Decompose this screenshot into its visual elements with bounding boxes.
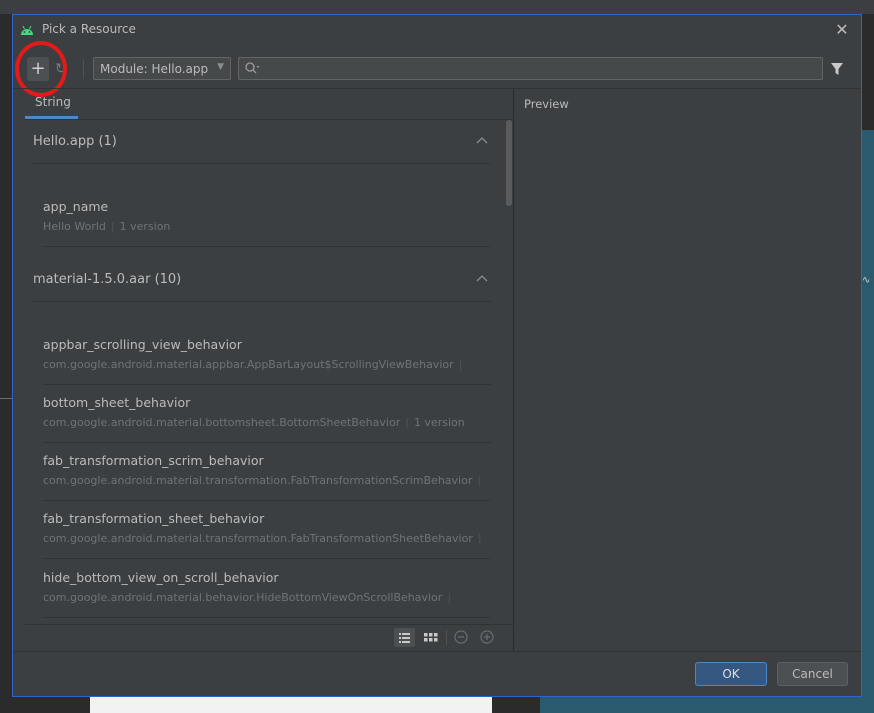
- list-item[interactable]: hide_bottom_view_on_scroll_behavior com.…: [25, 560, 505, 618]
- chevron-up-icon[interactable]: [475, 134, 489, 148]
- item-divider: [43, 558, 491, 559]
- filter-icon[interactable]: [830, 61, 844, 77]
- add-resource-button[interactable]: +: [27, 57, 49, 81]
- dialog-titlebar: Pick a Resource ✕: [13, 15, 861, 45]
- toolbar-divider: [13, 88, 861, 89]
- item-name: bottom_sheet_behavior: [43, 395, 191, 410]
- ide-background-divider: [0, 398, 12, 399]
- zoom-in-icon[interactable]: [479, 629, 495, 645]
- item-details: com.google.android.material.transformati…: [43, 474, 482, 487]
- preview-label: Preview: [524, 97, 569, 111]
- ide-background-right-panel: [862, 130, 874, 713]
- item-value: com.google.android.material.bottomsheet.…: [43, 416, 401, 429]
- item-versions: 1 version: [413, 416, 465, 429]
- footer-divider: [13, 651, 861, 652]
- group-header-material[interactable]: material-1.5.0.aar (10): [25, 258, 505, 302]
- toolbar-separator: [83, 59, 84, 79]
- item-name: appbar_scrolling_view_behavior: [43, 337, 242, 352]
- grid-view-icon[interactable]: [420, 628, 441, 647]
- chevron-down-icon: ▼: [217, 62, 224, 72]
- search-input[interactable]: [238, 57, 823, 80]
- ide-background-top: [0, 0, 874, 14]
- pick-resource-dialog: Pick a Resource ✕ + ↻ Module: Hello.app …: [12, 14, 862, 697]
- pane-divider[interactable]: [513, 89, 514, 651]
- list-view-icon[interactable]: [394, 628, 415, 647]
- close-icon: ✕: [835, 20, 849, 39]
- zoom-out-icon[interactable]: [453, 629, 469, 645]
- item-value: Hello World: [43, 220, 106, 233]
- group-title: material-1.5.0.aar (10): [33, 272, 182, 287]
- resource-list: Hello.app (1) app_name Hello World | 1 ver…: [25, 120, 505, 624]
- list-bottom-divider: [25, 624, 513, 625]
- group-header-hello-app[interactable]: Hello.app (1): [25, 120, 505, 164]
- dialog-title: Pick a Resource: [42, 22, 136, 36]
- item-details: com.google.android.material.appbar.AppBa…: [43, 358, 463, 371]
- list-item[interactable]: app_name Hello World | 1 version: [25, 189, 505, 247]
- item-divider: [43, 617, 491, 618]
- list-scrollbar[interactable]: [505, 120, 513, 624]
- group-title: Hello.app (1): [33, 134, 117, 149]
- item-name: fab_transformation_sheet_behavior: [43, 511, 265, 526]
- item-value: com.google.android.material.transformati…: [43, 532, 473, 545]
- item-details: com.google.android.material.transformati…: [43, 532, 482, 545]
- module-dropdown-value: Module: Hello.app: [100, 62, 209, 76]
- item-value: com.google.android.material.appbar.AppBa…: [43, 358, 454, 371]
- list-item[interactable]: fab_transformation_scrim_behavior com.go…: [25, 443, 505, 501]
- item-details: com.google.android.material.behavior.Hid…: [43, 591, 452, 604]
- ide-background-left: [0, 14, 12, 713]
- android-icon: [21, 25, 33, 35]
- list-item[interactable]: appbar_scrolling_view_behavior com.googl…: [25, 327, 505, 385]
- group-divider: [33, 301, 491, 302]
- item-details: Hello World | 1 version: [43, 220, 171, 233]
- tab-string[interactable]: String: [35, 95, 71, 109]
- item-name: fab_transformation_scrim_behavior: [43, 453, 264, 468]
- item-divider: [43, 246, 491, 247]
- group-divider: [33, 163, 491, 164]
- list-item[interactable]: fab_transformation_sheet_behavior com.go…: [25, 501, 505, 559]
- item-value: com.google.android.material.behavior.Hid…: [43, 591, 443, 604]
- module-dropdown[interactable]: Module: Hello.app ▼: [93, 57, 231, 80]
- ide-background-bottom-teal: [540, 697, 862, 713]
- item-details: com.google.android.material.bottomsheet.…: [43, 416, 465, 429]
- controls-separator: [446, 630, 447, 645]
- ide-background-wave-icon: ∿: [862, 275, 871, 286]
- item-name: hide_bottom_view_on_scroll_behavior: [43, 570, 279, 585]
- close-button[interactable]: ✕: [831, 19, 853, 41]
- item-value: com.google.android.material.transformati…: [43, 474, 473, 487]
- cancel-button[interactable]: Cancel: [777, 662, 848, 686]
- list-item[interactable]: bottom_sheet_behavior com.google.android…: [25, 385, 505, 443]
- search-icon[interactable]: [244, 61, 260, 76]
- item-versions: 1 version: [119, 220, 171, 233]
- chevron-up-icon[interactable]: [475, 272, 489, 286]
- scrollbar-thumb[interactable]: [506, 120, 512, 206]
- item-name: app_name: [43, 199, 109, 214]
- ide-background-bottom-white: [90, 697, 492, 713]
- refresh-icon[interactable]: ↻: [55, 59, 71, 79]
- ok-button[interactable]: OK: [695, 662, 767, 686]
